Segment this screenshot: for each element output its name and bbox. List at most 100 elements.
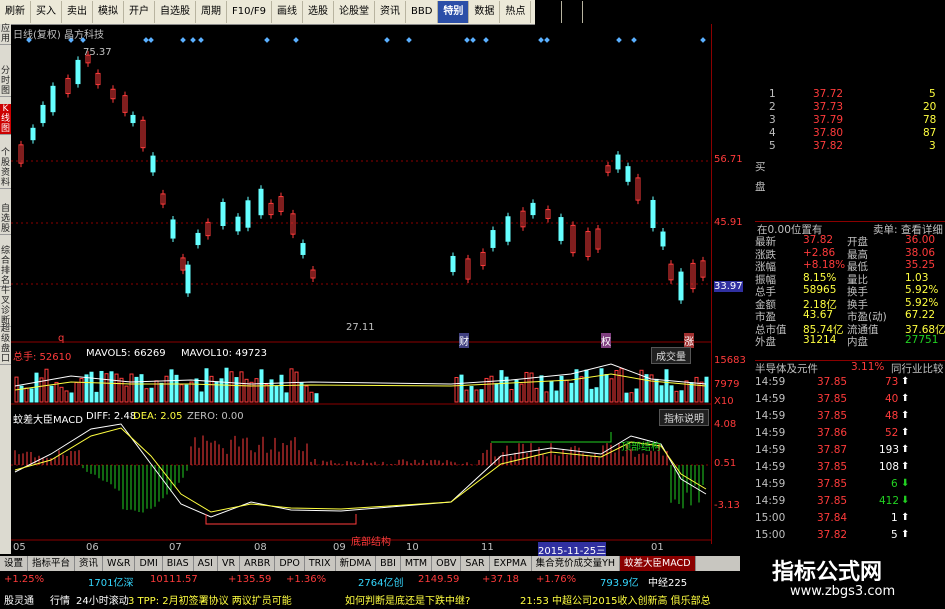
date-axis-label: 10 — [406, 542, 419, 553]
quote-stat-row: 金额 2.18亿 换手 5.92% — [755, 297, 945, 311]
news-item-1[interactable]: 3 TPP: 2月初签署协议 两议扩员可能 — [128, 592, 292, 607]
indicator-tab[interactable]: VR — [218, 556, 241, 571]
event-diamond-marker[interactable] — [631, 37, 637, 43]
indicator-tab[interactable]: BIAS — [163, 556, 194, 571]
stat-value-2: 38.06 — [905, 246, 936, 259]
toolbar-item[interactable]: 信息 — [531, 1, 563, 23]
left-tab[interactable]: 综合排名 — [0, 246, 11, 287]
indicator-tab[interactable]: ASI — [194, 556, 218, 571]
arrow-up-icon: ⬆ — [901, 512, 910, 523]
news-item-3[interactable]: 21:53 中超公司2015收入创新高 俱乐部总 — [520, 592, 711, 607]
indicator-tab[interactable]: OBV — [432, 556, 462, 571]
toolbar-item[interactable]: 沪 — [562, 1, 584, 23]
tick-volume: 1 — [891, 512, 898, 524]
volume-bar — [309, 391, 314, 403]
event-diamond-marker[interactable] — [464, 37, 470, 43]
tick-row: 14:59 37.87 193 ⬆ — [755, 444, 945, 457]
event-diamond-marker[interactable] — [143, 37, 149, 43]
indicator-tab[interactable]: 资讯 — [75, 556, 104, 571]
toolbar-item[interactable]: 刷新 — [0, 1, 31, 23]
indicator-help-button[interactable]: 指标说明 — [659, 409, 709, 426]
event-diamond-marker[interactable] — [616, 37, 622, 43]
event-diamond-marker[interactable] — [148, 37, 154, 43]
indicator-tab[interactable]: DMI — [135, 556, 163, 571]
event-diamond-marker[interactable] — [470, 37, 476, 43]
event-diamond-marker[interactable] — [406, 37, 412, 43]
candle-body — [245, 200, 251, 228]
arrow-up-icon: ⬆ — [901, 376, 910, 387]
news-item-2[interactable]: 如何判断是底还是下跌中继? — [345, 592, 470, 607]
event-diamond-marker[interactable] — [544, 37, 550, 43]
toolbar-item[interactable]: 热点 — [500, 1, 532, 23]
event-diamond-marker[interactable] — [264, 37, 270, 43]
volume-selector[interactable]: 成交量 — [651, 347, 691, 364]
volume-bar — [24, 387, 29, 403]
event-diamond-marker[interactable] — [483, 37, 489, 43]
volume-bar — [524, 371, 529, 403]
toolbar-item[interactable]: 开户 — [124, 1, 155, 23]
volume-bar — [144, 388, 149, 403]
status-roll-label[interactable]: 24小时滚动 — [76, 592, 129, 607]
indicator-tab[interactable]: MTM — [401, 556, 433, 571]
left-tab[interactable]: 自选股 — [0, 204, 11, 235]
chart-area[interactable]: 日线(复权) 晶方科技 75.37 27.11 q 财 权 涨 总手: 5261… — [11, 24, 711, 557]
indicator-tab[interactable]: W&R — [103, 556, 136, 571]
indicator-tab[interactable]: DPO — [275, 556, 305, 571]
indicator-tab[interactable]: BBI — [376, 556, 401, 571]
marker-q: q — [58, 333, 65, 344]
volume-bar — [244, 378, 249, 403]
event-diamond-marker[interactable] — [384, 37, 390, 43]
toolbar-item[interactable]: 模拟 — [93, 1, 124, 23]
left-tab[interactable]: 个股资料 — [0, 148, 11, 189]
event-diamond-marker[interactable] — [198, 37, 204, 43]
toolbar-item[interactable]: 特别 — [438, 1, 470, 23]
left-tab[interactable]: 牛叉诊断 — [0, 286, 11, 327]
tick-row: 14:59 37.85 48 ⬆ — [755, 410, 945, 423]
left-tab[interactable]: 应用 — [0, 24, 11, 45]
toolbar-item[interactable]: 买入 — [31, 1, 62, 23]
tick-time: 14:59 — [755, 410, 786, 422]
toolbar-item[interactable]: BBD — [406, 1, 439, 23]
volume-bar — [494, 383, 499, 403]
indicator-tab[interactable]: 新DMA — [336, 556, 377, 571]
indicator-tab[interactable]: EXPMA — [490, 556, 532, 571]
toolbar-item[interactable]: 选股 — [303, 1, 334, 23]
indicator-tab[interactable]: 集合竞价成交量YH — [532, 556, 621, 571]
toolbar-item[interactable]: 数据 — [469, 1, 501, 23]
industry-compare-button[interactable]: 同行业比较 — [891, 361, 944, 376]
toolbar-item[interactable]: 周期 — [196, 1, 227, 23]
left-tab[interactable]: K线图 — [0, 104, 11, 135]
indicator-tab[interactable]: TRIX — [305, 556, 336, 571]
kline-chart-svg[interactable] — [11, 24, 711, 544]
volume-bar — [199, 391, 204, 403]
tick-volume: 40 — [885, 393, 899, 405]
stat-value: 43.67 — [803, 309, 834, 321]
toolbar-item[interactable]: 卖出 — [62, 1, 93, 23]
event-diamond-marker[interactable] — [700, 37, 706, 43]
tick-price: 37.85 — [817, 393, 848, 405]
date-axis-label: 09 — [333, 542, 346, 553]
indicator-tab[interactable]: 蚊差大臣MACD — [620, 556, 696, 571]
price-axis: 56.71 45.91 33.97 15683 7979 X10 4.08 0.51 -3.13 — [711, 24, 756, 544]
event-diamond-marker[interactable] — [190, 37, 196, 43]
toolbar-item[interactable]: 论股堂 — [334, 1, 375, 23]
volume-bar — [704, 376, 709, 403]
indicator-tab[interactable]: 设置 — [0, 556, 29, 571]
toolbar-item[interactable]: 资讯 — [375, 1, 406, 23]
left-tab[interactable]: 分时图 — [0, 66, 11, 97]
left-tab[interactable]: 超级盘口 — [0, 324, 11, 365]
status-trade-label[interactable]: 行情 — [50, 592, 70, 607]
toolbar-item[interactable]: 自选股 — [155, 1, 196, 23]
candle-body — [40, 104, 46, 124]
arrow-up-icon: ⬆ — [901, 444, 910, 455]
toolbar-item[interactable]: F10/F9 — [227, 1, 272, 23]
indicator-tab[interactable]: 指标平台 — [28, 556, 76, 571]
event-diamond-marker[interactable] — [180, 37, 186, 43]
toolbar-item[interactable]: 画线 — [272, 1, 303, 23]
macd-name: 蚊差大臣MACD — [13, 415, 83, 426]
event-diamond-marker[interactable] — [293, 37, 299, 43]
indicator-tab[interactable]: ARBR — [240, 556, 276, 571]
event-diamond-marker[interactable] — [538, 37, 544, 43]
stat-value-2: 5.92% — [905, 284, 939, 296]
indicator-tab[interactable]: SAR — [461, 556, 490, 571]
